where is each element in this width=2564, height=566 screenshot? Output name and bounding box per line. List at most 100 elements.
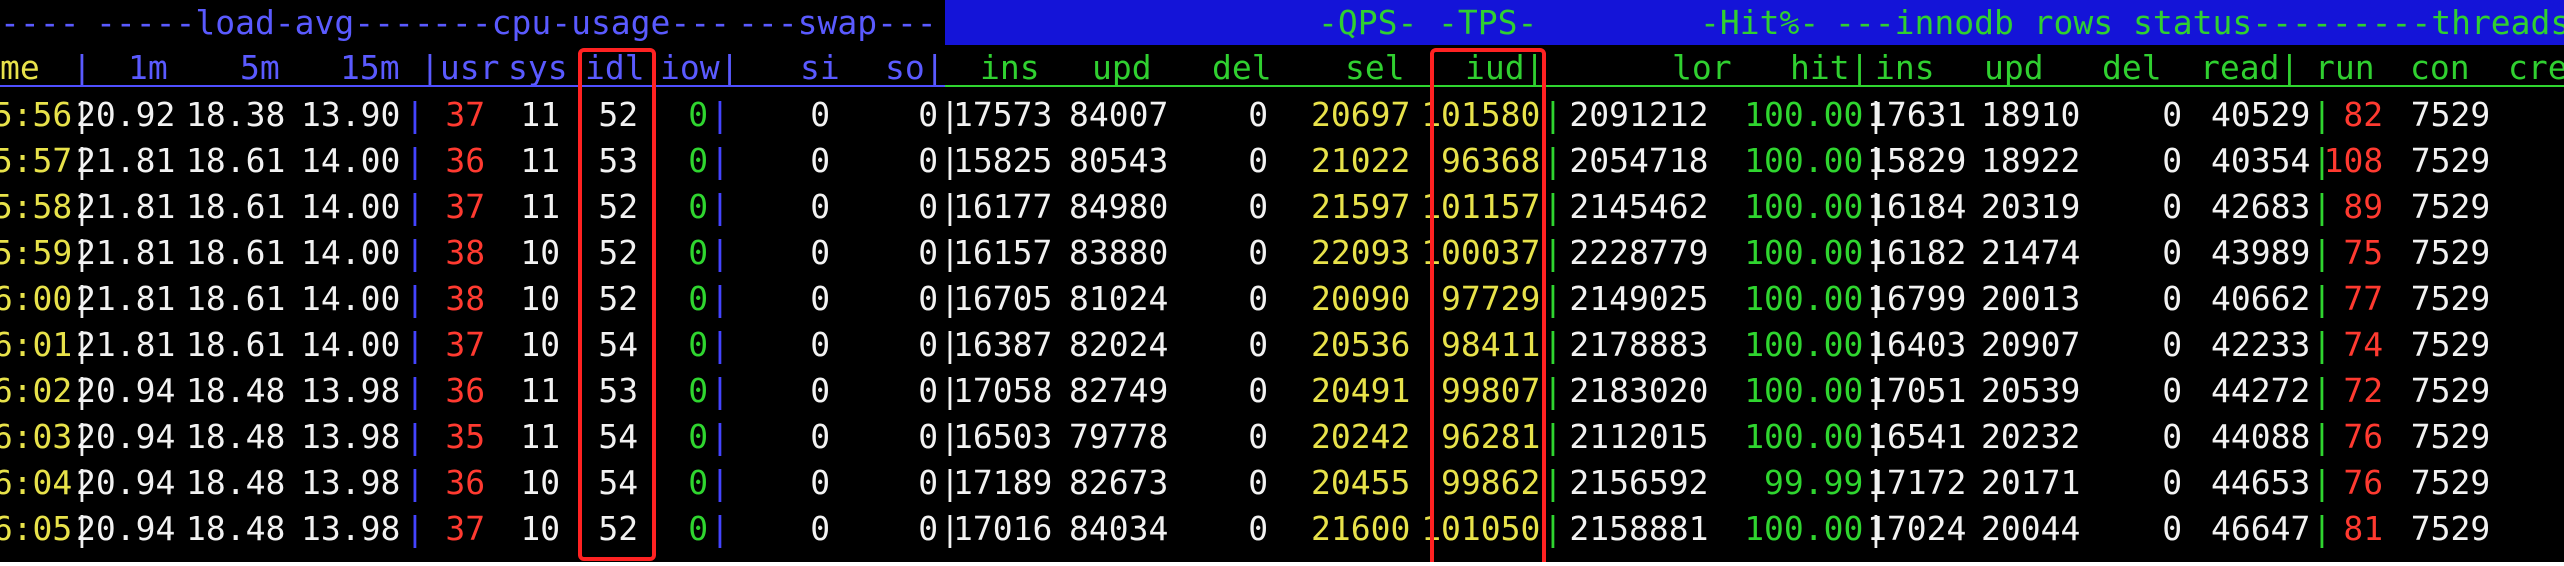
cell-del: 0 <box>1248 187 1269 226</box>
cell-time: 6:05 <box>0 509 73 548</box>
column-separator: | <box>2312 325 2332 364</box>
cell-idl: 54 <box>598 463 639 502</box>
cell-iread: 44653 <box>2211 463 2311 502</box>
column-separator: | <box>1543 509 1563 548</box>
cell-con: 7529 <box>2410 141 2491 180</box>
cell-idl: 54 <box>598 417 639 456</box>
cell-con: 7529 <box>2410 417 2491 456</box>
cell-lor: 2145462 <box>1569 187 1709 226</box>
cell-idl: 52 <box>598 279 639 318</box>
cell-so: 0 <box>918 371 939 410</box>
cell-si: 0 <box>810 325 831 364</box>
column-separator: | <box>405 233 425 272</box>
cell-iupd: 20539 <box>1981 371 2081 410</box>
cell-upd: 80543 <box>1069 141 1169 180</box>
column-separator: | <box>940 371 960 410</box>
cell-time: 5:56 <box>0 95 73 134</box>
cell-si: 0 <box>810 141 831 180</box>
cell-del: 0 <box>1248 371 1269 410</box>
col-header: si <box>800 48 840 87</box>
cell-iupd: 20013 <box>1981 279 2081 318</box>
cell-iud: 96368 <box>1441 141 1541 180</box>
column-separator: | <box>940 417 960 456</box>
column-separator: | <box>940 233 960 272</box>
cell-time: 5:57 <box>0 141 73 180</box>
cell-con: 7529 <box>2410 279 2491 318</box>
column-separator: | <box>710 141 730 180</box>
innodb-title: ---innodb rows status--- <box>1835 3 2312 42</box>
column-separator: | <box>940 509 960 548</box>
cell-hit: 99.99 <box>1764 463 1864 502</box>
cell-usr: 37 <box>445 325 486 364</box>
table-row: 5:56 20.92 18.38 13.90 37 11 52 0 0 0 17573 84007 0 2… <box>0 92 2564 137</box>
cell-idel: 0 <box>2162 463 2183 502</box>
cell-l15: 13.98 <box>301 417 401 456</box>
column-separator: | <box>940 279 960 318</box>
cell-iow: 0 <box>688 279 709 318</box>
cell-si: 0 <box>810 463 831 502</box>
cell-l5: 18.48 <box>186 417 286 456</box>
cell-ins: 16177 <box>953 187 1053 226</box>
cell-sel: 21600 <box>1311 509 1411 548</box>
cell-run: 75 <box>2343 233 2384 272</box>
cell-lor: 2054718 <box>1569 141 1709 180</box>
cpu-usage-title: ---cpu-usage--- <box>432 3 731 42</box>
cell-iud: 101580 <box>1421 95 1541 134</box>
cell-usr: 36 <box>445 371 486 410</box>
cell-del: 0 <box>1248 279 1269 318</box>
cell-si: 0 <box>810 279 831 318</box>
cell-sel: 20090 <box>1311 279 1411 318</box>
cell-idel: 0 <box>2162 95 2183 134</box>
cell-l15: 13.98 <box>301 509 401 548</box>
column-separator: | <box>2312 509 2332 548</box>
cell-iud: 98411 <box>1441 325 1541 364</box>
col-header: idl <box>585 48 645 87</box>
col-header: 15m <box>340 48 400 87</box>
cell-con: 7529 <box>2410 371 2491 410</box>
column-separator: | <box>405 279 425 318</box>
column-separator: | <box>1543 463 1563 502</box>
cell-upd: 84980 <box>1069 187 1169 226</box>
table-row: 5:58 21.81 18.61 14.00 37 11 52 0 0 0 16177 84980 0 2… <box>0 184 2564 229</box>
table-row: 6:02 20.94 18.48 13.98 36 11 53 0 0 0 17058 82749 0 2… <box>0 368 2564 413</box>
cell-upd: 84034 <box>1069 509 1169 548</box>
cell-ins: 16503 <box>953 417 1053 456</box>
cell-sel: 20536 <box>1311 325 1411 364</box>
cell-iread: 40662 <box>2211 279 2311 318</box>
cell-lor: 2149025 <box>1569 279 1709 318</box>
cell-run: 74 <box>2343 325 2384 364</box>
cell-iread: 43989 <box>2211 233 2311 272</box>
cell-so: 0 <box>918 187 939 226</box>
column-separator: | <box>405 95 425 134</box>
cell-upd: 79778 <box>1069 417 1169 456</box>
column-separator: | <box>2312 233 2332 272</box>
cell-run: 76 <box>2343 417 2384 456</box>
cell-hit: 100.00 <box>1744 233 1864 272</box>
column-separator: | <box>2312 141 2332 180</box>
cell-iread: 46647 <box>2211 509 2311 548</box>
col-header: me <box>0 48 40 87</box>
column-separator: | <box>1866 233 1886 272</box>
cell-so: 0 <box>918 233 939 272</box>
col-header: hit| <box>1790 48 1870 87</box>
cell-del: 0 <box>1248 463 1269 502</box>
cell-ins: 15825 <box>953 141 1053 180</box>
terminal-window: ---- -----load-avg---- ---cpu-usage--- -… <box>0 0 2564 562</box>
table-row: 5:57 21.81 18.61 14.00 36 11 53 0 0 0 15825 80543 0 2… <box>0 138 2564 183</box>
cell-time: 6:00 <box>0 279 73 318</box>
cell-hit: 100.00 <box>1744 279 1864 318</box>
cell-sel: 20242 <box>1311 417 1411 456</box>
cell-l15: 13.98 <box>301 463 401 502</box>
cell-run: 77 <box>2343 279 2384 318</box>
col-header: | <box>72 48 92 87</box>
header-underline-blue <box>0 85 945 87</box>
column-separator: | <box>710 279 730 318</box>
col-header: del <box>2102 48 2162 87</box>
column-separator: | <box>405 463 425 502</box>
cell-iupd: 20171 <box>1981 463 2081 502</box>
column-separator: | <box>405 509 425 548</box>
cell-usr: 35 <box>445 417 486 456</box>
table-row: 6:05 20.94 18.48 13.98 37 10 52 0 0 0 17016 84034 0 2… <box>0 506 2564 551</box>
cell-iupd: 18922 <box>1981 141 2081 180</box>
column-separator: | <box>1543 95 1563 134</box>
